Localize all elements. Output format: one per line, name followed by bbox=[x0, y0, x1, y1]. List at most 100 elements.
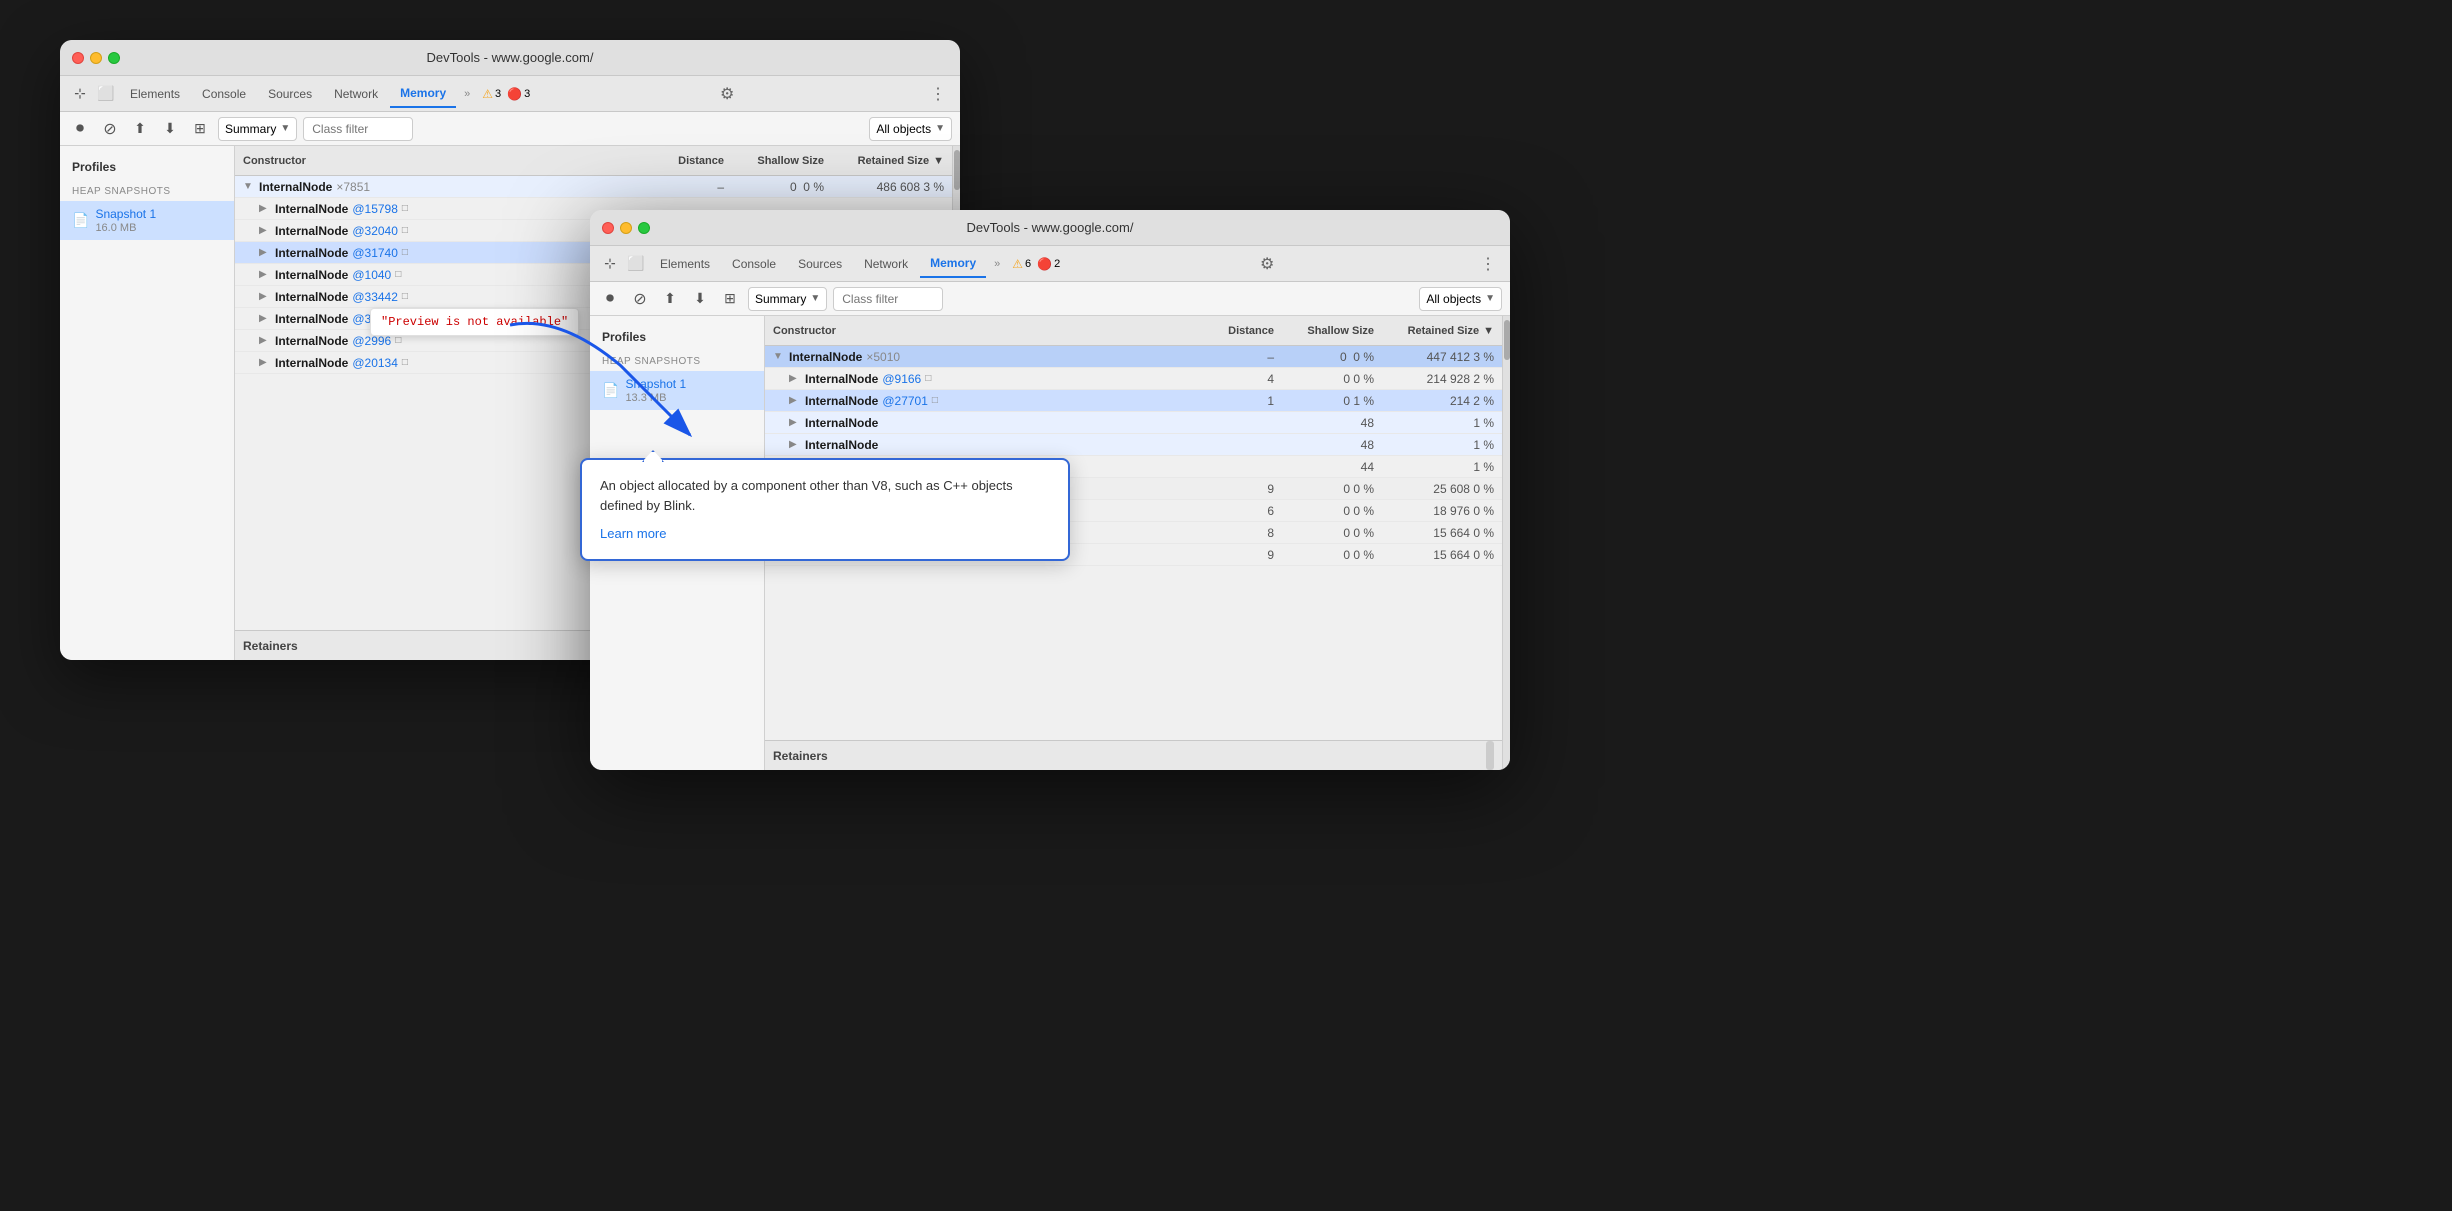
front-all-objects-select[interactable]: All objects ▼ bbox=[1419, 287, 1502, 311]
front-table-row-3[interactable]: ▶ InternalNode 48 1 % bbox=[765, 412, 1502, 434]
back-tab-network[interactable]: Network bbox=[324, 80, 388, 108]
back-snapshot-item[interactable]: 📄 Snapshot 1 16.0 MB bbox=[60, 201, 234, 240]
back-row-constructor-0: ▼ InternalNode ×7851 bbox=[235, 180, 662, 194]
front-compare-btn[interactable]: ⊞ bbox=[718, 287, 742, 311]
front-scrollbar-thumb[interactable] bbox=[1504, 320, 1510, 360]
front-more-icon[interactable]: ⋮ bbox=[1474, 254, 1502, 274]
back-all-objects-arrow: ▼ bbox=[935, 123, 945, 134]
back-expand-0[interactable]: ▼ bbox=[243, 181, 255, 192]
back-download-btn[interactable]: ⬇ bbox=[158, 117, 182, 141]
front-device-icon[interactable]: ⬜ bbox=[624, 252, 648, 276]
front-warnings: ⚠ 6 bbox=[1012, 257, 1031, 271]
back-maximize-button[interactable] bbox=[108, 52, 120, 64]
front-titlebar: DevTools - www.google.com/ bbox=[590, 210, 1510, 246]
front-col-retained: Retained Size ▼ bbox=[1382, 325, 1502, 337]
front-expand-0[interactable]: ▼ bbox=[773, 351, 785, 362]
front-expand-2[interactable]: ▶ bbox=[789, 395, 801, 406]
front-retainers-bar: Retainers bbox=[765, 740, 1502, 770]
back-expand-8[interactable]: ▶ bbox=[259, 357, 271, 368]
back-class-filter-input[interactable] bbox=[303, 117, 413, 141]
front-expand-4[interactable]: ▶ bbox=[789, 439, 801, 450]
front-tooltip-learn-more[interactable]: Learn more bbox=[600, 526, 666, 541]
back-snapshot-icon: 📄 bbox=[72, 212, 89, 229]
front-col-distance: Distance bbox=[1212, 325, 1282, 337]
back-warn-icon: ⚠ bbox=[482, 87, 493, 101]
front-col-constructor: Constructor bbox=[765, 325, 1212, 337]
front-tooltip-text: An object allocated by a component other… bbox=[600, 476, 1050, 515]
back-clear-btn[interactable]: ⊘ bbox=[98, 117, 122, 141]
back-sidebar: Profiles HEAP SNAPSHOTS 📄 Snapshot 1 16.… bbox=[60, 146, 235, 660]
front-summary-arrow: ▼ bbox=[810, 293, 820, 304]
back-table-header: Constructor Distance Shallow Size Retain… bbox=[235, 146, 952, 176]
back-titlebar: DevTools - www.google.com/ bbox=[60, 40, 960, 76]
front-table-header: Constructor Distance Shallow Size Retain… bbox=[765, 316, 1502, 346]
front-all-objects-arrow: ▼ bbox=[1485, 293, 1495, 304]
back-expand-5[interactable]: ▶ bbox=[259, 291, 271, 302]
back-err-icon: 🔴 bbox=[507, 87, 522, 101]
back-expand-4[interactable]: ▶ bbox=[259, 269, 271, 280]
back-expand-1[interactable]: ▶ bbox=[259, 203, 271, 214]
front-tooltip-popup: An object allocated by a component other… bbox=[580, 458, 1070, 561]
back-tab-elements[interactable]: Elements bbox=[120, 80, 190, 108]
back-traffic-lights bbox=[72, 52, 120, 64]
back-profiles-label: Profiles bbox=[60, 156, 234, 178]
back-summary-select[interactable]: Summary ▼ bbox=[218, 117, 297, 141]
front-table-row-1[interactable]: ▶ InternalNode @9166 □ 4 0 0 % 214 928 2… bbox=[765, 368, 1502, 390]
front-inspect-icon[interactable]: ⊹ bbox=[598, 252, 622, 276]
back-nav-tabs: ⊹ ⬜ Elements Console Sources Network Mem… bbox=[60, 76, 960, 112]
front-table-row-0[interactable]: ▼ InternalNode ×5010 – 0 0 % 447 412 3 % bbox=[765, 346, 1502, 368]
back-table-row-0[interactable]: ▼ InternalNode ×7851 – 0 0 % 486 608 3 % bbox=[235, 176, 952, 198]
back-col-retained: Retained Size ▼ bbox=[832, 155, 952, 167]
front-tab-sources[interactable]: Sources bbox=[788, 250, 852, 278]
back-snap-toolbar: ⏺ ⊘ ⬆ ⬇ ⊞ Summary ▼ All objects ▼ bbox=[60, 112, 960, 146]
front-col-shallow: Shallow Size bbox=[1282, 325, 1382, 337]
back-upload-btn[interactable]: ⬆ bbox=[128, 117, 152, 141]
front-expand-1[interactable]: ▶ bbox=[789, 373, 801, 384]
back-tab-console[interactable]: Console bbox=[192, 80, 256, 108]
back-snapshot-info: Snapshot 1 16.0 MB bbox=[95, 207, 156, 234]
back-expand-6[interactable]: ▶ bbox=[259, 313, 271, 324]
front-more-tabs[interactable]: » bbox=[988, 258, 1006, 270]
back-snapshot-size: 16.0 MB bbox=[95, 222, 156, 234]
front-close-button[interactable] bbox=[602, 222, 614, 234]
front-summary-select[interactable]: Summary ▼ bbox=[748, 287, 827, 311]
front-maximize-button[interactable] bbox=[638, 222, 650, 234]
front-table-row-4[interactable]: ▶ InternalNode 48 1 % bbox=[765, 434, 1502, 456]
back-snapshot-name: Snapshot 1 bbox=[95, 207, 156, 221]
back-device-icon[interactable]: ⬜ bbox=[94, 82, 118, 106]
back-compare-btn[interactable]: ⊞ bbox=[188, 117, 212, 141]
back-settings-icon[interactable]: ⚙ bbox=[714, 84, 740, 104]
front-class-filter-input[interactable] bbox=[833, 287, 943, 311]
back-close-button[interactable] bbox=[72, 52, 84, 64]
front-scrollbar[interactable] bbox=[1502, 316, 1510, 770]
blue-arrow bbox=[500, 305, 720, 465]
back-all-objects-select[interactable]: All objects ▼ bbox=[869, 117, 952, 141]
front-window-title: DevTools - www.google.com/ bbox=[967, 220, 1134, 235]
front-tab-console[interactable]: Console bbox=[722, 250, 786, 278]
front-expand-3[interactable]: ▶ bbox=[789, 417, 801, 428]
front-settings-icon[interactable]: ⚙ bbox=[1254, 254, 1280, 274]
back-tab-memory[interactable]: Memory bbox=[390, 80, 456, 108]
back-expand-2[interactable]: ▶ bbox=[259, 225, 271, 236]
back-expand-3[interactable]: ▶ bbox=[259, 247, 271, 258]
back-col-constructor: Constructor bbox=[235, 155, 662, 167]
back-more-tabs[interactable]: » bbox=[458, 88, 476, 100]
front-tab-memory[interactable]: Memory bbox=[920, 250, 986, 278]
back-window-title: DevTools - www.google.com/ bbox=[427, 50, 594, 65]
back-more-icon[interactable]: ⋮ bbox=[924, 84, 952, 104]
back-scrollbar-thumb[interactable] bbox=[954, 150, 960, 190]
front-snap-toolbar: ⏺ ⊘ ⬆ ⬇ ⊞ Summary ▼ All objects ▼ bbox=[590, 282, 1510, 316]
back-errors: 🔴 3 bbox=[507, 87, 530, 101]
front-errors: 🔴 2 bbox=[1037, 257, 1060, 271]
front-tab-network[interactable]: Network bbox=[854, 250, 918, 278]
front-tab-elements[interactable]: Elements bbox=[650, 250, 720, 278]
back-record-btn[interactable]: ⏺ bbox=[68, 117, 92, 141]
back-inspect-icon[interactable]: ⊹ bbox=[68, 82, 92, 106]
front-warn-icon: ⚠ bbox=[1012, 257, 1023, 271]
front-minimize-button[interactable] bbox=[620, 222, 632, 234]
back-tab-sources[interactable]: Sources bbox=[258, 80, 322, 108]
front-traffic-lights bbox=[602, 222, 650, 234]
back-expand-7[interactable]: ▶ bbox=[259, 335, 271, 346]
front-table-row-2[interactable]: ▶ InternalNode @27701 □ 1 0 1 % 214 2 % bbox=[765, 390, 1502, 412]
back-minimize-button[interactable] bbox=[90, 52, 102, 64]
